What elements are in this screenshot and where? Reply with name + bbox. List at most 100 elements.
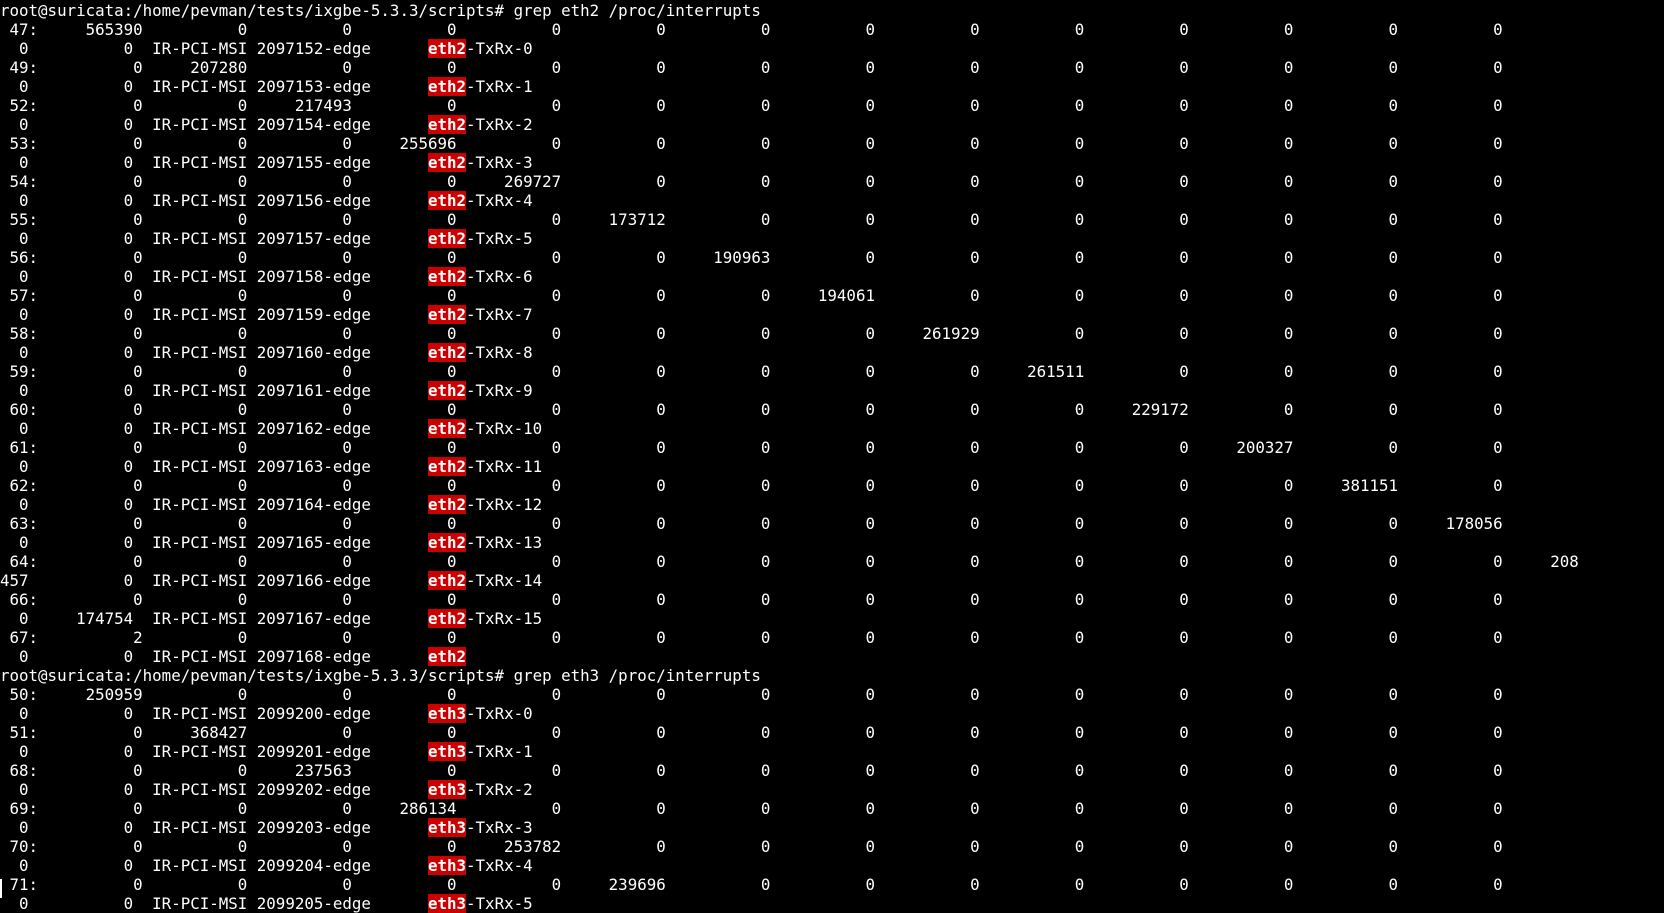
line-text: 53: 0 0 0 255696 0 0 0 0 0 0 0 0 0 0 xyxy=(0,134,1503,153)
line-text: 0 0 IR-PCI-MSI 2097155-edge xyxy=(0,153,428,172)
grep-match-highlight: eth2 xyxy=(427,647,467,666)
grep-match-highlight: eth2 xyxy=(427,571,467,590)
queue-name-suffix: -TxRx-2 xyxy=(466,115,533,134)
shell-prompt-line: root@suricata:/home/pevman/tests/ixgbe-5… xyxy=(0,1,1664,20)
interrupt-output-line: 0 0 IR-PCI-MSI 2097153-edge eth2-TxRx-1 xyxy=(0,77,1664,96)
queue-name-suffix: -TxRx-10 xyxy=(466,419,543,438)
interrupt-output-line: 0 0 IR-PCI-MSI 2097154-edge eth2-TxRx-2 xyxy=(0,115,1664,134)
interrupt-output-line: 67: 2 0 0 0 0 0 0 0 0 0 0 0 0 0 xyxy=(0,628,1664,647)
queue-name-suffix: -TxRx-2 xyxy=(466,780,533,799)
line-text: 0 0 IR-PCI-MSI 2097168-edge xyxy=(0,647,428,666)
interrupt-output-line: 63: 0 0 0 0 0 0 0 0 0 0 0 0 0 178056 xyxy=(0,514,1664,533)
grep-match-highlight: eth2 xyxy=(427,343,467,362)
grep-match-highlight: eth2 xyxy=(427,229,467,248)
line-text: 0 0 IR-PCI-MSI 2097156-edge xyxy=(0,191,428,210)
line-text: 55: 0 0 0 0 0 173712 0 0 0 0 0 0 0 0 xyxy=(0,210,1503,229)
queue-name-suffix: -TxRx-4 xyxy=(466,856,533,875)
queue-name-suffix: -TxRx-14 xyxy=(466,571,543,590)
interrupt-output-line: 0 0 IR-PCI-MSI 2097160-edge eth2-TxRx-8 xyxy=(0,343,1664,362)
line-text: 69: 0 0 0 286134 0 0 0 0 0 0 0 0 0 0 xyxy=(0,799,1503,818)
interrupt-output-line: 0 0 IR-PCI-MSI 2097168-edge eth2 xyxy=(0,647,1664,666)
line-text: 0 0 IR-PCI-MSI 2097165-edge xyxy=(0,533,428,552)
terminal-window[interactable]: root@suricata:/home/pevman/tests/ixgbe-5… xyxy=(0,0,1664,913)
line-text: 0 0 IR-PCI-MSI 2097159-edge xyxy=(0,305,428,324)
interrupt-output-line: 60: 0 0 0 0 0 0 0 0 0 0 229172 0 0 0 xyxy=(0,400,1664,419)
interrupt-output-line: 61: 0 0 0 0 0 0 0 0 0 0 0 200327 0 0 xyxy=(0,438,1664,457)
interrupt-output-line: 64: 0 0 0 0 0 0 0 0 0 0 0 0 0 0 208 xyxy=(0,552,1664,571)
line-text: 58: 0 0 0 0 0 0 0 0 261929 0 0 0 0 0 xyxy=(0,324,1503,343)
line-text: 0 0 IR-PCI-MSI 2097164-edge xyxy=(0,495,428,514)
queue-name-suffix: -TxRx-8 xyxy=(466,343,533,362)
interrupt-output-line: 0 0 IR-PCI-MSI 2097164-edge eth2-TxRx-12 xyxy=(0,495,1664,514)
queue-name-suffix: -TxRx-5 xyxy=(466,229,533,248)
line-text: 57: 0 0 0 0 0 0 0 194061 0 0 0 0 0 0 xyxy=(0,286,1503,305)
interrupt-output-line: 0 0 IR-PCI-MSI 2099203-edge eth3-TxRx-3 xyxy=(0,818,1664,837)
interrupt-output-line: 59: 0 0 0 0 0 0 0 0 0 261511 0 0 0 0 xyxy=(0,362,1664,381)
interrupt-output-line: 69: 0 0 0 286134 0 0 0 0 0 0 0 0 0 0 xyxy=(0,799,1664,818)
line-text: 457 0 IR-PCI-MSI 2097166-edge xyxy=(0,571,428,590)
grep-match-highlight: eth3 xyxy=(427,780,467,799)
line-text: 64: 0 0 0 0 0 0 0 0 0 0 0 0 0 0 208 xyxy=(0,552,1579,571)
interrupt-output-line: 47: 565390 0 0 0 0 0 0 0 0 0 0 0 0 0 xyxy=(0,20,1664,39)
grep-match-highlight: eth2 xyxy=(427,495,467,514)
command-text: root@suricata:/home/pevman/tests/ixgbe-5… xyxy=(0,666,761,685)
queue-name-suffix: -TxRx-4 xyxy=(466,191,533,210)
interrupt-output-line: 0 0 IR-PCI-MSI 2099200-edge eth3-TxRx-0 xyxy=(0,704,1664,723)
queue-name-suffix: -TxRx-0 xyxy=(466,39,533,58)
grep-match-highlight: eth2 xyxy=(427,419,467,438)
interrupt-output-line: 0 0 IR-PCI-MSI 2099205-edge eth3-TxRx-5 xyxy=(0,894,1664,913)
grep-match-highlight: eth3 xyxy=(427,742,467,761)
interrupt-output-line: 51: 0 368427 0 0 0 0 0 0 0 0 0 0 0 0 xyxy=(0,723,1664,742)
line-text: 0 0 IR-PCI-MSI 2097157-edge xyxy=(0,229,428,248)
line-text: 0 0 IR-PCI-MSI 2097162-edge xyxy=(0,419,428,438)
interrupt-output-line: 0 0 IR-PCI-MSI 2097156-edge eth2-TxRx-4 xyxy=(0,191,1664,210)
interrupt-output-line: 50: 250959 0 0 0 0 0 0 0 0 0 0 0 0 0 xyxy=(0,685,1664,704)
queue-name-suffix: -TxRx-3 xyxy=(466,153,533,172)
line-text: 63: 0 0 0 0 0 0 0 0 0 0 0 0 0 178056 xyxy=(0,514,1503,533)
interrupt-output-line: 0 0 IR-PCI-MSI 2097157-edge eth2-TxRx-5 xyxy=(0,229,1664,248)
line-text: 0 0 IR-PCI-MSI 2097154-edge xyxy=(0,115,428,134)
line-text: 71: 0 0 0 0 0 239696 0 0 0 0 0 0 0 0 xyxy=(0,875,1503,894)
line-text: 0 0 IR-PCI-MSI 2099200-edge xyxy=(0,704,428,723)
line-text: 56: 0 0 0 0 0 0 190963 0 0 0 0 0 0 0 xyxy=(0,248,1503,267)
line-text: 52: 0 0 217493 0 0 0 0 0 0 0 0 0 0 0 xyxy=(0,96,1503,115)
command-text: root@suricata:/home/pevman/tests/ixgbe-5… xyxy=(0,1,761,20)
interrupt-output-line: 49: 0 207280 0 0 0 0 0 0 0 0 0 0 0 0 xyxy=(0,58,1664,77)
grep-match-highlight: eth2 xyxy=(427,305,467,324)
interrupt-output-line: 62: 0 0 0 0 0 0 0 0 0 0 0 0 381151 0 xyxy=(0,476,1664,495)
interrupt-output-line: 68: 0 0 237563 0 0 0 0 0 0 0 0 0 0 0 xyxy=(0,761,1664,780)
grep-match-highlight: eth2 xyxy=(427,609,467,628)
line-text: 62: 0 0 0 0 0 0 0 0 0 0 0 0 381151 0 xyxy=(0,476,1503,495)
interrupt-output-line: 55: 0 0 0 0 0 173712 0 0 0 0 0 0 0 0 xyxy=(0,210,1664,229)
line-text: 47: 565390 0 0 0 0 0 0 0 0 0 0 0 0 0 xyxy=(0,20,1503,39)
grep-match-highlight: eth3 xyxy=(427,818,467,837)
queue-name-suffix: -TxRx-13 xyxy=(466,533,543,552)
terminal-cursor xyxy=(0,879,2,898)
interrupt-output-line: 54: 0 0 0 0 269727 0 0 0 0 0 0 0 0 0 xyxy=(0,172,1664,191)
queue-name-suffix: -TxRx-9 xyxy=(466,381,533,400)
interrupt-output-line: 0 0 IR-PCI-MSI 2097161-edge eth2-TxRx-9 xyxy=(0,381,1664,400)
line-text: 70: 0 0 0 0 253782 0 0 0 0 0 0 0 0 0 xyxy=(0,837,1503,856)
grep-match-highlight: eth2 xyxy=(427,153,467,172)
line-text: 0 0 IR-PCI-MSI 2099202-edge xyxy=(0,780,428,799)
line-text: 0 0 IR-PCI-MSI 2099204-edge xyxy=(0,856,428,875)
line-text: 49: 0 207280 0 0 0 0 0 0 0 0 0 0 0 0 xyxy=(0,58,1503,77)
grep-match-highlight: eth2 xyxy=(427,115,467,134)
line-text: 0 0 IR-PCI-MSI 2099201-edge xyxy=(0,742,428,761)
grep-match-highlight: eth3 xyxy=(427,856,467,875)
line-text: 0 0 IR-PCI-MSI 2097161-edge xyxy=(0,381,428,400)
queue-name-suffix: -TxRx-15 xyxy=(466,609,543,628)
queue-name-suffix: -TxRx-0 xyxy=(466,704,533,723)
interrupt-output-line: 0 0 IR-PCI-MSI 2099201-edge eth3-TxRx-1 xyxy=(0,742,1664,761)
interrupt-output-line: 0 0 IR-PCI-MSI 2099202-edge eth3-TxRx-2 xyxy=(0,780,1664,799)
line-text: 0 0 IR-PCI-MSI 2097153-edge xyxy=(0,77,428,96)
queue-name-suffix: -TxRx-1 xyxy=(466,77,533,96)
interrupt-output-line: 0 0 IR-PCI-MSI 2097162-edge eth2-TxRx-10 xyxy=(0,419,1664,438)
queue-name-suffix: -TxRx-6 xyxy=(466,267,533,286)
terminal-output: root@suricata:/home/pevman/tests/ixgbe-5… xyxy=(0,1,1664,913)
grep-match-highlight: eth2 xyxy=(427,267,467,286)
interrupt-output-line: 57: 0 0 0 0 0 0 0 194061 0 0 0 0 0 0 xyxy=(0,286,1664,305)
interrupt-output-line: 52: 0 0 217493 0 0 0 0 0 0 0 0 0 0 0 xyxy=(0,96,1664,115)
interrupt-output-line: 0 0 IR-PCI-MSI 2099204-edge eth3-TxRx-4 xyxy=(0,856,1664,875)
line-text: 0 0 IR-PCI-MSI 2099203-edge xyxy=(0,818,428,837)
